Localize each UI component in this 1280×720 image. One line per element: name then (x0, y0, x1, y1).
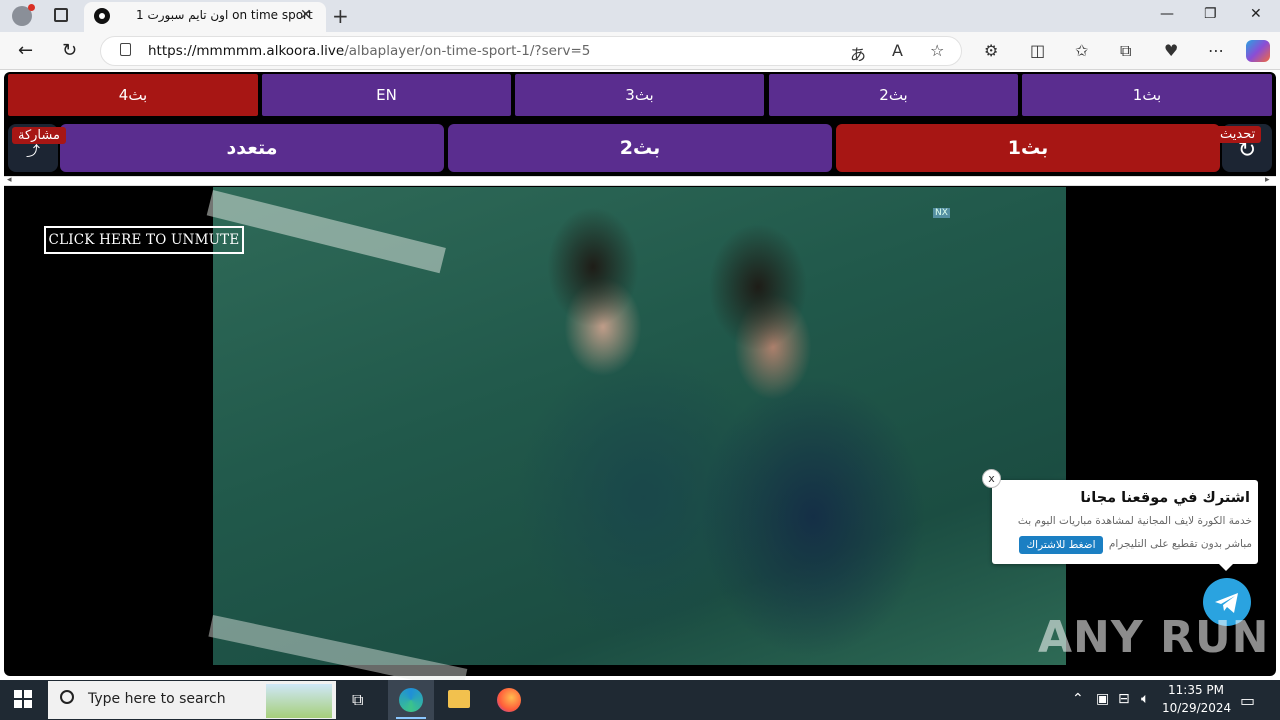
search-icon (60, 690, 74, 704)
volume-icon[interactable]: 🔈︎ (1141, 691, 1149, 707)
server-button-2[interactable]: بث2 (769, 74, 1018, 116)
horizontal-scrollbar[interactable] (4, 176, 1276, 186)
popup-close-icon[interactable]: x (982, 469, 1001, 488)
server-button-4[interactable]: بث4 (8, 74, 258, 116)
url-path: /albaplayer/on-time-sport-1/?serv=5 (344, 43, 591, 59)
server-button-1[interactable]: بث1 (1022, 74, 1272, 116)
stream-button-2[interactable]: بث2 (448, 124, 832, 172)
refresh-label: تحديث (1214, 126, 1262, 143)
read-aloud-icon[interactable]: A (892, 41, 903, 60)
close-window-button[interactable]: ✕ (1250, 6, 1262, 22)
notification-dot (28, 4, 35, 11)
video-watermark: NX (933, 208, 950, 218)
collections-icon[interactable]: ⧉ (1120, 41, 1131, 61)
reload-icon[interactable]: ↻ (62, 40, 77, 61)
soccer-ball-icon (94, 8, 110, 24)
popup-title: اشترك في موقعنا مجانا (1080, 490, 1250, 506)
device-icon[interactable]: ▣ (1096, 691, 1109, 707)
stream-button-1[interactable]: بث1 (836, 124, 1220, 172)
url-text[interactable]: https://mmmmm.alkoora.live/albaplayer/on… (148, 43, 590, 59)
popup-arrow (1218, 563, 1234, 571)
active-app-indicator (396, 717, 426, 719)
scroll-right-arrow-icon[interactable]: ▸ (1265, 175, 1270, 185)
share-label: مشاركة (12, 127, 66, 144)
back-arrow-icon[interactable]: ← (18, 40, 33, 61)
tab-close-icon[interactable]: ✕ (300, 7, 312, 23)
task-view-icon[interactable]: ⧉ (352, 690, 363, 710)
lock-icon[interactable] (120, 43, 131, 56)
favorite-icon[interactable]: ☆ (930, 41, 944, 60)
clock-time[interactable]: 11:35 PM (1166, 683, 1226, 697)
chevron-up-icon[interactable]: ⌃ (1072, 691, 1084, 707)
anyrun-watermark: ANY RUN (1038, 612, 1270, 663)
server-button-3[interactable]: بث3 (515, 74, 764, 116)
clock-date[interactable]: 10/29/2024 (1162, 701, 1231, 715)
split-screen-icon[interactable]: ◫ (1030, 41, 1045, 60)
new-tab-button[interactable]: + (332, 4, 349, 28)
extensions-icon[interactable]: ⚙ (984, 41, 998, 60)
file-explorer-icon[interactable] (448, 690, 470, 708)
unmute-button[interactable]: CLICK HERE TO UNMUTE (44, 226, 244, 254)
url-host: https://mmmmm.alkoora.live (148, 43, 345, 59)
multi-stream-button[interactable]: متعدد (60, 124, 444, 172)
favorites-icon[interactable]: ✩ (1075, 41, 1088, 60)
firefox-icon[interactable] (497, 688, 521, 712)
scroll-left-arrow-icon[interactable]: ◂ (7, 175, 12, 185)
copilot-icon[interactable] (1246, 40, 1270, 62)
search-placeholder: Type here to search (88, 691, 226, 707)
edge-icon[interactable] (399, 688, 423, 712)
server-button-en[interactable]: EN (262, 74, 511, 116)
notifications-icon[interactable]: ▭ (1240, 691, 1255, 710)
maximize-button[interactable]: ❐ (1204, 6, 1217, 22)
network-icon[interactable]: ⊟ (1118, 691, 1130, 707)
popup-description-2: مباشر بدون تقطيع على التليجرام (1108, 538, 1252, 550)
subscribe-button[interactable]: اضغط للاشتراك (1019, 536, 1103, 554)
tab-title: اون تايم سبورت 1 on time sport (136, 8, 313, 22)
search-highlight-image (266, 684, 332, 718)
minimize-button[interactable]: — (1160, 6, 1174, 22)
performance-icon[interactable]: ♥ (1164, 41, 1178, 60)
translate-icon[interactable]: あ (850, 41, 866, 65)
popup-description: خدمة الكورة لايف المجانية لمشاهدة مباريا… (1017, 515, 1252, 527)
windows-start-icon[interactable] (14, 690, 32, 708)
workspaces-icon[interactable] (54, 8, 68, 22)
video-player[interactable] (213, 187, 1066, 665)
more-icon[interactable]: ⋯ (1208, 41, 1224, 60)
